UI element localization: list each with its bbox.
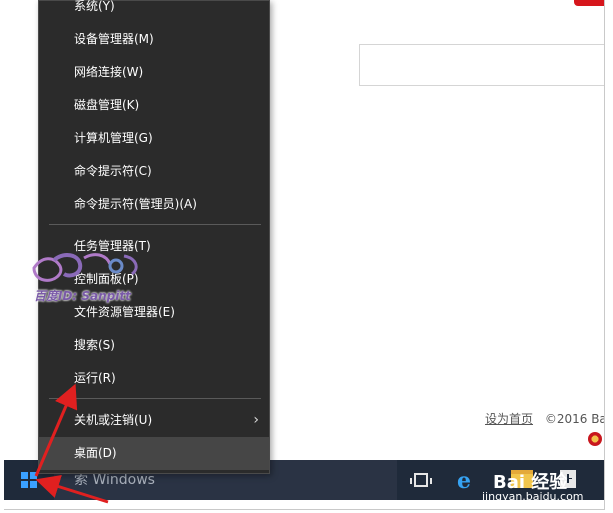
menu-separator <box>49 398 261 399</box>
menu-item-shutdown-label: 关机或注销(U) <box>74 413 153 427</box>
menu-item-command-prompt-admin[interactable]: 命令提示符(管理员)(A) <box>39 188 269 221</box>
set-homepage-link[interactable]: 设为首页 <box>485 412 533 426</box>
menu-item-desktop[interactable]: 桌面(D) <box>39 437 269 470</box>
menu-item-task-manager[interactable]: 任务管理器(T) <box>39 230 269 263</box>
menu-item-computer-management[interactable]: 计算机管理(G) <box>39 122 269 155</box>
menu-item-shutdown[interactable]: 关机或注销(U) › <box>39 404 269 437</box>
page-footer: 设为首页 ©2016 Bai <box>485 410 605 427</box>
browser-header-accent <box>574 0 604 6</box>
menu-item-device-manager[interactable]: 设备管理器(M) <box>39 23 269 56</box>
file-explorer-icon[interactable] <box>511 470 533 488</box>
menu-item-disk-management[interactable]: 磁盘管理(K) <box>39 89 269 122</box>
internet-explorer-icon[interactable]: e <box>457 468 471 494</box>
menu-item-system[interactable]: 系统(Y) <box>39 0 269 23</box>
chevron-right-icon: › <box>253 412 259 428</box>
menu-item-search[interactable]: 搜索(S) <box>39 329 269 362</box>
menu-item-run[interactable]: 运行(R) <box>39 362 269 395</box>
baidu-id-watermark: 百度ID: Sanpitt <box>34 289 131 303</box>
menu-item-network-connections[interactable]: 网络连接(W) <box>39 56 269 89</box>
copyright-text: ©2016 Bai <box>544 412 605 426</box>
browser-search-box[interactable] <box>359 44 604 86</box>
winx-menu: 系统(Y) 设备管理器(M) 网络连接(W) 磁盘管理(K) 计算机管理(G) … <box>38 0 270 474</box>
store-icon[interactable] <box>560 470 576 488</box>
police-badge-icon <box>588 432 602 446</box>
menu-separator <box>49 224 261 225</box>
windows-logo-icon <box>21 472 37 488</box>
task-view-button[interactable] <box>399 460 443 500</box>
menu-item-command-prompt[interactable]: 命令提示符(C) <box>39 155 269 188</box>
task-view-icon <box>410 473 432 487</box>
